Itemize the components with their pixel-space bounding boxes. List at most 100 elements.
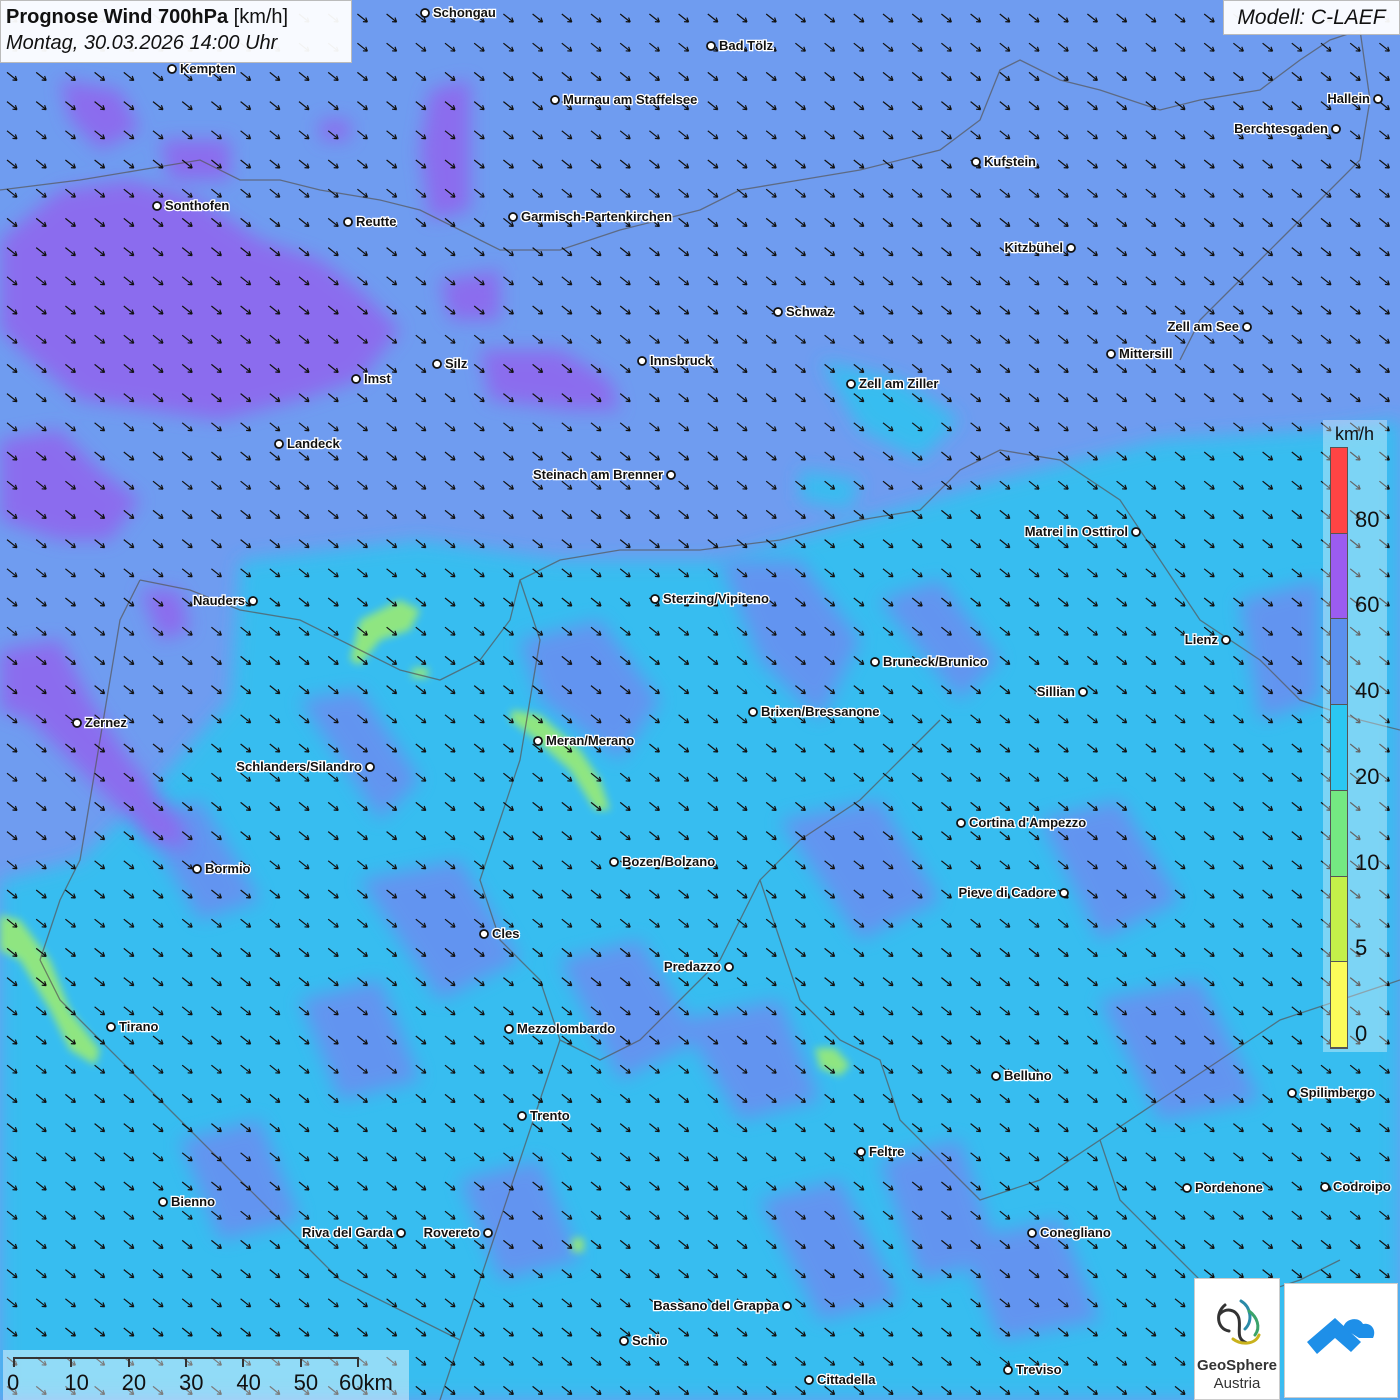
city-marker[interactable]: Sonthofen (152, 197, 231, 214)
city-label: Zell am See (1167, 319, 1239, 334)
city-dot-icon (956, 818, 966, 828)
city-dot-icon (1287, 1088, 1297, 1098)
city-label: Hallein (1327, 91, 1370, 106)
city-dot-icon (856, 1147, 866, 1157)
legend-tick-label: 0 (1355, 1021, 1368, 1046)
city-dot-icon (637, 356, 647, 366)
city-dot-icon (508, 212, 518, 222)
city-label: Cittadella (817, 1372, 876, 1387)
city-dot-icon (1131, 527, 1141, 537)
city-label: Mittersill (1119, 346, 1172, 361)
geosphere-swirl-icon (1217, 1299, 1261, 1345)
city-marker[interactable]: Sterzing/Vipiteno (650, 590, 770, 607)
city-marker[interactable]: Bassano del Grappa (652, 1297, 792, 1314)
scale-tick (185, 1357, 187, 1367)
city-dot-icon (1106, 349, 1116, 359)
city-label: Conegliano (1040, 1225, 1111, 1240)
city-label: Pieve di Cadore (958, 885, 1056, 900)
city-label: Bassano del Grappa (653, 1298, 779, 1313)
city-marker[interactable]: Meran/Merano (533, 732, 635, 749)
city-label: Bruneck/Brunico (883, 654, 988, 669)
wind-forecast-map[interactable]: Schongau Bad Tölz Kempten Murnau am Staffel… (0, 0, 1400, 1400)
city-label: Treviso (1016, 1362, 1062, 1377)
city-dot-icon (1320, 1182, 1330, 1192)
legend-unit: km/h (1335, 424, 1375, 444)
map-title: Prognose Wind 700hPa [km/h] (6, 4, 346, 30)
city-label: Zell am Ziller (859, 376, 938, 391)
city-dot-icon (504, 1024, 514, 1034)
city-marker[interactable]: Murnau am Staffelsee (550, 91, 699, 108)
city-marker[interactable]: Garmisch-Partenkirchen (508, 208, 673, 225)
scale-tick (13, 1357, 15, 1367)
city-marker[interactable]: Brixen/Bressanone (748, 703, 881, 720)
city-label: Bozen/Bolzano (622, 854, 715, 869)
city-dot-icon (158, 1197, 168, 1207)
city-marker[interactable]: Matrei in Osttirol (1023, 523, 1141, 540)
city-label: Reutte (356, 214, 396, 229)
city-label: Lienz (1185, 632, 1219, 647)
city-label: Spilimbergo (1300, 1085, 1375, 1100)
geosphere-austria-logo[interactable]: GeoSphere Austria (1194, 1278, 1280, 1400)
color-legend: km/h 80 60 40 20 10 5 0 (1323, 420, 1387, 1052)
city-marker[interactable]: Pordenone (1182, 1179, 1264, 1196)
scale-tick (127, 1357, 130, 1367)
city-dot-icon (1078, 687, 1088, 697)
city-label: Schongau (433, 5, 496, 20)
city-label: Sonthofen (165, 198, 229, 213)
city-label: Bormio (205, 861, 251, 876)
city-marker[interactable]: Pieve di Cadore (957, 884, 1069, 901)
city-label: Schwaz (786, 304, 834, 319)
city-marker[interactable]: Mezzolombardo (504, 1020, 617, 1037)
city-marker[interactable]: Berchtesgaden (1233, 120, 1341, 137)
model-label: Modell: C-LAEF (1223, 0, 1400, 35)
city-dot-icon (1373, 94, 1383, 104)
city-marker[interactable]: Innsbruck (637, 352, 714, 369)
city-dot-icon (991, 1071, 1001, 1081)
city-marker[interactable]: Spilimbergo (1287, 1084, 1376, 1101)
scale-label: 20 (121, 1370, 147, 1395)
city-marker[interactable]: Bozen/Bolzano (609, 853, 716, 870)
city-dot-icon (846, 379, 856, 389)
city-dot-icon (72, 718, 82, 728)
city-dot-icon (1059, 888, 1069, 898)
city-label: Kempten (180, 61, 236, 76)
city-marker[interactable]: Bruneck/Brunico (870, 653, 989, 670)
city-label: Sillian (1037, 684, 1075, 699)
city-marker[interactable]: Schlanders/Silandro (235, 758, 375, 775)
warn-app-logo[interactable] (1284, 1283, 1398, 1398)
legend-color-segment (1331, 533, 1347, 620)
city-marker[interactable]: Cortina d'Ampezzo (956, 814, 1088, 831)
city-label: Nauders (193, 593, 245, 608)
city-dot-icon (343, 217, 353, 227)
city-marker[interactable]: Steinach am Brenner (532, 466, 676, 483)
legend-color-segment (1331, 619, 1347, 706)
city-label: Schlanders/Silandro (236, 759, 362, 774)
legend-color-segment (1331, 790, 1347, 877)
city-dot-icon (396, 1228, 406, 1238)
city-label: Rovereto (424, 1225, 480, 1240)
distance-scale-bar: 0 10 20 30 40 50 60km (3, 1350, 409, 1400)
city-label: Innsbruck (650, 353, 713, 368)
city-marker[interactable]: Conegliano (1027, 1224, 1112, 1241)
legend-color-segment (1331, 448, 1347, 534)
city-dot-icon (870, 657, 880, 667)
scale-label: 50 (293, 1370, 319, 1395)
city-label: Landeck (287, 436, 341, 451)
city-dot-icon (971, 157, 981, 167)
map-title-box: Prognose Wind 700hPa [km/h] Montag, 30.0… (0, 0, 352, 63)
legend-tick-label: 60 (1355, 592, 1380, 618)
legend-tick-label: 5 (1355, 935, 1368, 961)
city-marker[interactable]: Schongau (420, 4, 497, 21)
city-marker[interactable]: Zell am See (1166, 318, 1252, 335)
legend-color-bar (1330, 447, 1348, 1049)
city-dot-icon (167, 64, 177, 74)
city-dot-icon (619, 1336, 629, 1346)
city-dot-icon (517, 1111, 527, 1121)
map-title-main: Prognose Wind 700hPa (6, 6, 229, 28)
legend-tick-label: 80 (1355, 506, 1380, 532)
city-dot-icon (773, 307, 783, 317)
city-label: Cortina d'Ampezzo (969, 815, 1086, 830)
city-label: Pordenone (1195, 1180, 1263, 1195)
city-marker[interactable]: Zell am Ziller (846, 375, 940, 392)
city-marker[interactable]: Riva del Garda (301, 1224, 406, 1241)
